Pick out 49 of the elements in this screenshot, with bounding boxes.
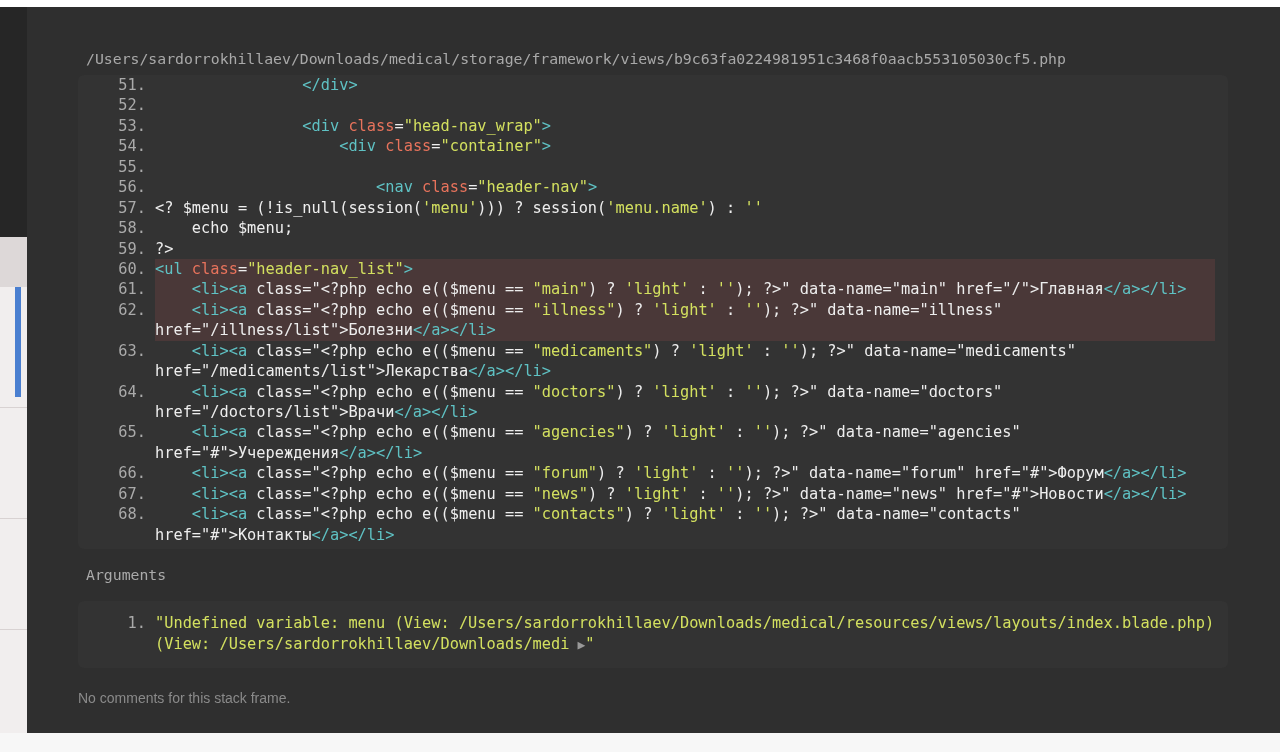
sidebar-toolbar <box>0 237 27 287</box>
code-line: echo $menu; <box>190 219 294 238</box>
line-number: 59. <box>118 239 146 258</box>
line-number: 61. <box>118 280 146 299</box>
line-number: 65. <box>118 423 146 442</box>
expand-toggle[interactable]: ▶ <box>577 636 586 652</box>
code-line: <li><a class="<?php echo e(($menu == "illness") ? 'light' : ''); ?>" data-name="illness" <box>190 300 1003 319</box>
line-number: 68. <box>118 505 146 524</box>
code-line: <div class="head-nav_wrap"> <box>301 116 552 135</box>
line-number: 60. <box>118 259 146 278</box>
code-line: <li><a class="<?php echo e(($menu == "agencies") ? 'light' : ''); ?>" data-name="agencies" <box>190 423 1021 442</box>
line-number: 54. <box>118 137 146 156</box>
code-line: href="/medicaments/list">Лекарства</a></li> <box>155 362 551 381</box>
code-line: ?> <box>155 239 174 258</box>
code-line: href="#">Контакты</a></li> <box>155 525 395 544</box>
line-number: 64. <box>118 382 146 401</box>
comments-note: No comments for this stack frame. <box>78 689 292 706</box>
line-number: 55. <box>118 157 146 176</box>
line-number: 52. <box>118 96 146 115</box>
line-number: 51. <box>118 76 146 94</box>
code-line: href="#">Учереждения</a></li> <box>155 443 423 462</box>
code-line: <li><a class="<?php echo e(($menu == "contacts") ? 'light' : ''); ?>" data-name="contacts" <box>190 505 1021 524</box>
code-line: <nav class="header-nav"> <box>375 178 598 197</box>
code-line: <? $menu = (!is_null(session('menu'))) ? session('menu.name') : '' <box>155 198 763 217</box>
code-line: </div> <box>301 76 358 94</box>
code-line: <li><a class="<?php echo e(($menu == "forum") ? 'light' : ''); ?>" data-name="forum" href="#">Форум</a></li> <box>190 464 1187 483</box>
code-line: <li><a class="<?php echo e(($menu == "main") ? 'light' : ''); ?>" data-name="main" href="/">Главная</a></li> <box>190 280 1187 299</box>
code-line: href="/illness/list">Болезни</a></li> <box>155 321 496 340</box>
code-line: <li><a class="<?php echo e(($menu == "doctors") ? 'light' : ''); ?>" data-name="doctors" <box>190 382 1003 401</box>
stack-frame-item[interactable] <box>0 287 27 408</box>
code-line: <li><a class="<?php echo e(($menu == "news") ? 'light' : ''); ?>" data-name="news" href="#">Новости</a></li> <box>190 484 1187 503</box>
line-number: 56. <box>118 178 146 197</box>
file-path: /Users/sardorrokhillaev/Downloads/medical/storage/framework/views/b9c63fa0224981951c3468f0aacb553105030cf5.php <box>86 49 1067 69</box>
line-number: 58. <box>118 219 146 238</box>
code-line: <div class="container"> <box>338 137 552 156</box>
code-line: href="/doctors/list">Врачи</a></li> <box>155 403 478 421</box>
line-number: 63. <box>118 341 146 360</box>
argument-value: " <box>585 634 595 653</box>
code-line: <li><a class="<?php echo e(($menu == "medicaments") ? 'light' : ''); ?>" data-name="medicaments" <box>190 341 1076 360</box>
code-line: <ul class="header-nav_list"> <box>155 259 413 278</box>
line-number: 66. <box>118 464 146 483</box>
line-number: 67. <box>118 484 146 503</box>
line-number: 57. <box>118 198 146 217</box>
arguments-heading: Arguments <box>86 565 168 586</box>
line-number: 62. <box>118 300 146 319</box>
argument-value: "Undefined variable: menu (View: /Users/sardorrokhillaev/Downloads/medical/resources/views/layouts/index.blade.php) <box>155 614 1215 633</box>
argument-value: (View: /Users/sardorrokhillaev/Downloads/medi <box>155 634 570 653</box>
line-number: 53. <box>118 116 146 135</box>
argument-number: 1. <box>126 613 147 635</box>
